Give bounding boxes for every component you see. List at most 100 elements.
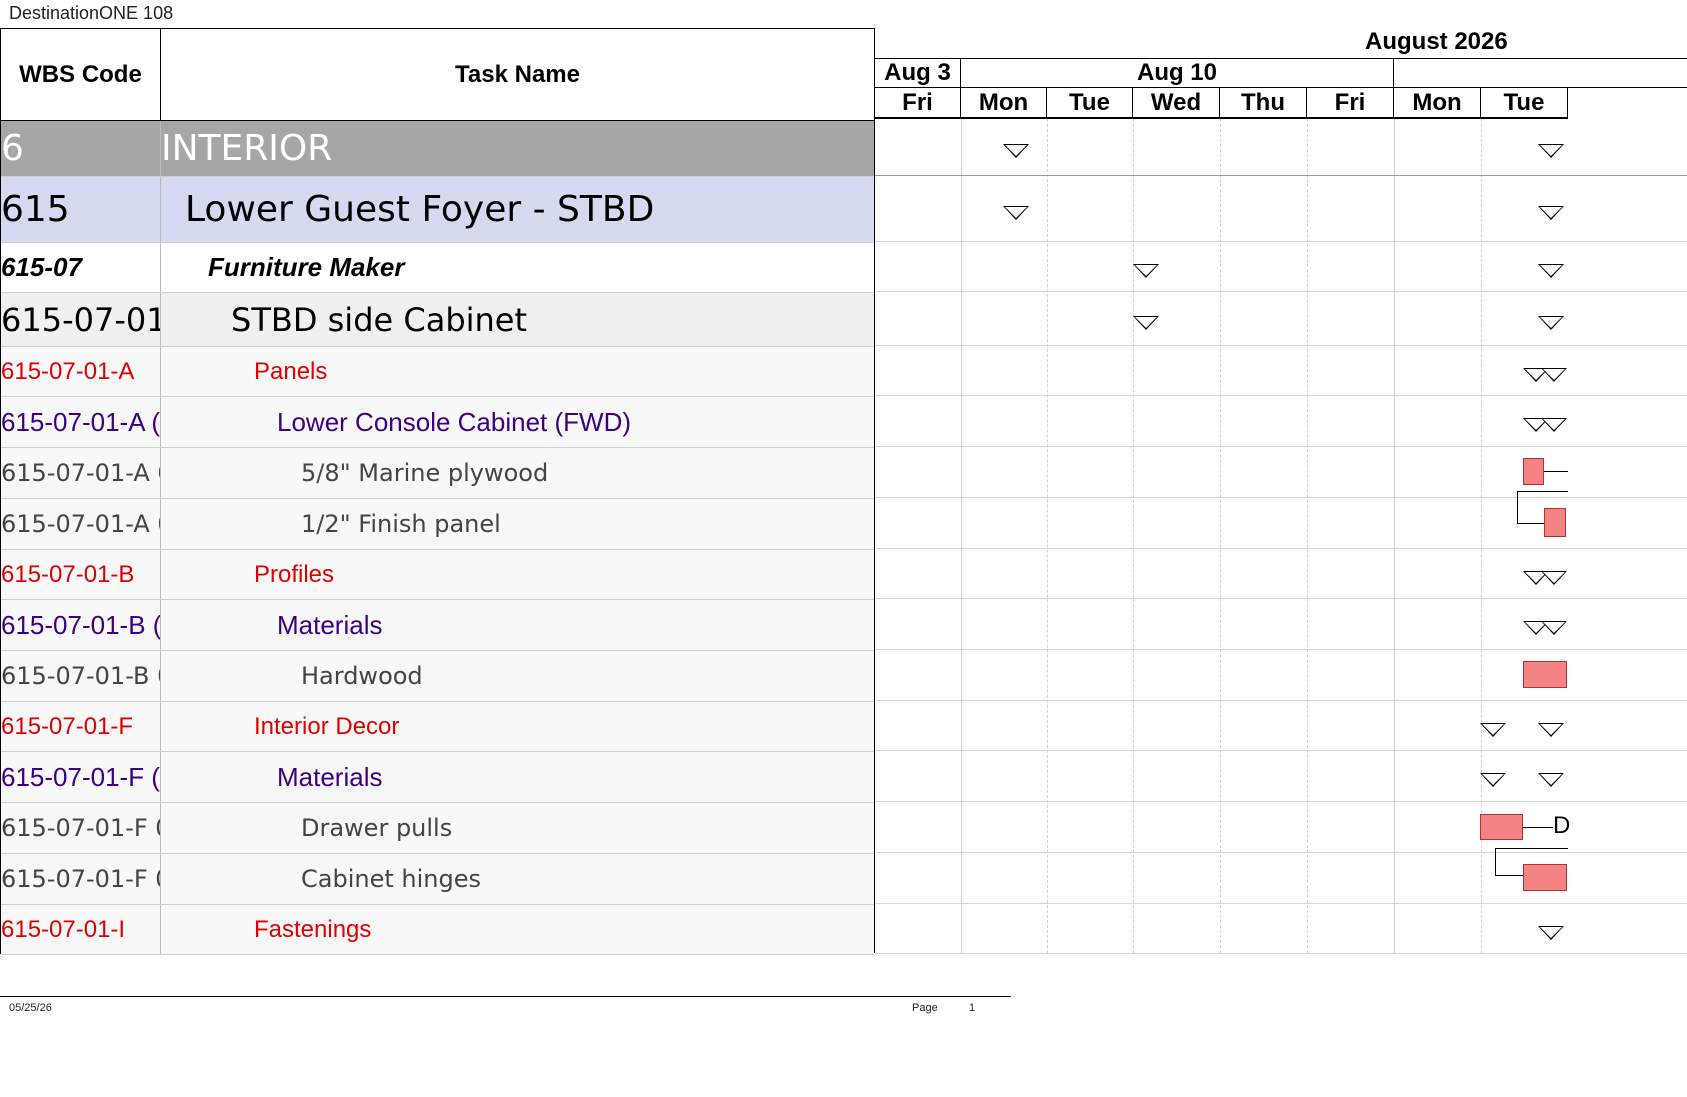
table-row[interactable]: 615-07-01-A ( Lower Console Cabinet (FWD): [1, 397, 874, 448]
task-name-cell: Interior Decor: [254, 712, 400, 740]
wbs-code-cell: 615-07-01-F (: [1, 752, 161, 802]
dependency-link: [1495, 848, 1496, 875]
wbs-code-cell: 615-07-01-A 0: [1, 499, 161, 549]
week-label: Aug 10: [961, 59, 1394, 88]
summary-marker[interactable]: [1480, 773, 1506, 787]
task-bar[interactable]: [1523, 864, 1567, 891]
task-bar[interactable]: [1523, 458, 1544, 485]
day-label: Fri: [1307, 88, 1394, 119]
table-row[interactable]: 615 Lower Guest Foyer - STBD: [1, 177, 874, 243]
wbs-code-cell: 615-07-01-F 01: [1, 803, 161, 853]
dependency-link: [1544, 471, 1568, 472]
gantt-row: [875, 120, 1687, 176]
month-label: August 2026: [1365, 28, 1508, 55]
summary-marker[interactable]: [1480, 723, 1506, 737]
summary-marker[interactable]: [1538, 264, 1564, 278]
table-row[interactable]: 615-07-01-F ( Materials: [1, 752, 874, 803]
task-name-cell: Fastenings: [254, 915, 372, 943]
gantt-chart: August 2026 Aug 3 Aug 10 Fri Mon Tue Wed Thu…: [874, 28, 1687, 954]
day-label: Thu: [1220, 88, 1307, 119]
task-name-cell: STBD side Cabinet: [231, 300, 528, 339]
dependency-link: [1517, 491, 1518, 523]
task-name-cell: Materials: [277, 609, 383, 640]
summary-marker[interactable]: [1541, 368, 1567, 382]
wbs-code-cell: 615-07: [1, 243, 161, 292]
gantt-row: [875, 242, 1687, 292]
gantt-row: [875, 176, 1687, 242]
day-label: Wed: [1133, 88, 1220, 119]
task-name-cell: Materials: [277, 761, 383, 792]
table-row[interactable]: 615-07-01-B 0 Hardwood: [1, 651, 874, 702]
task-name-cell: Lower Guest Foyer - STBD: [185, 189, 655, 230]
task-name-cell: Lower Console Cabinet (FWD): [277, 406, 632, 437]
table-row[interactable]: 615-07-01-I Fastenings: [1, 905, 874, 955]
wbs-code-cell: 6: [1, 121, 161, 176]
task-bar[interactable]: [1523, 661, 1567, 688]
task-bar[interactable]: [1544, 508, 1566, 537]
week-label: Aug 3: [875, 59, 961, 88]
summary-marker[interactable]: [1538, 206, 1564, 220]
task-name-cell: Drawer pulls: [301, 814, 453, 842]
summary-marker[interactable]: [1538, 723, 1564, 737]
table-row[interactable]: 615-07-01-F Interior Decor: [1, 702, 874, 752]
week-label: [1394, 59, 1687, 88]
task-name-cell: Profiles: [254, 560, 335, 588]
dependency-link: [1517, 491, 1568, 492]
table-row[interactable]: 615-07-01-F 01 Cabinet hinges: [1, 854, 874, 905]
gantt-row: [875, 292, 1687, 346]
summary-marker[interactable]: [1538, 773, 1564, 787]
summary-marker[interactable]: [1003, 144, 1029, 158]
task-name-cell: INTERIOR: [161, 128, 333, 169]
wbs-code-cell: 615-07-01-F 01: [1, 854, 161, 904]
table-row[interactable]: 615-07-01 STBD side Cabinet: [1, 293, 874, 347]
summary-marker[interactable]: [1538, 926, 1564, 940]
day-label: Mon: [961, 88, 1047, 119]
footer-divider: [0, 996, 1011, 997]
task-name-cell: 5/8" Marine plywood: [301, 459, 549, 487]
table-row[interactable]: 615-07 Furniture Maker: [1, 243, 874, 293]
dependency-link: [1495, 875, 1523, 876]
gantt-row: [875, 701, 1687, 751]
dependency-link: [1495, 848, 1568, 849]
footer-page-number: 1: [969, 1002, 976, 1014]
timescale-month: August 2026: [875, 28, 1687, 59]
column-header-wbs[interactable]: WBS Code: [1, 29, 161, 120]
document-title: DestinationONE 108: [9, 3, 174, 23]
task-name-cell: Panels: [254, 357, 328, 385]
gantt-row: [875, 904, 1687, 954]
footer-date: 05/25/26: [9, 1002, 52, 1014]
table-row[interactable]: 615-07-01-F 01 Drawer pulls: [1, 803, 874, 854]
table-row[interactable]: 615-07-01-A 0 5/8" Marine plywood: [1, 448, 874, 499]
dependency-link: [1517, 523, 1544, 524]
table-row[interactable]: 615-07-01-B Profiles: [1, 550, 874, 600]
task-name-cell: Furniture Maker: [208, 252, 405, 282]
wbs-code-cell: 615-07-01-A (: [1, 397, 161, 447]
wbs-code-cell: 615-07-01-A 0: [1, 448, 161, 498]
summary-marker[interactable]: [1003, 206, 1029, 220]
task-bar[interactable]: [1480, 814, 1523, 840]
table-row[interactable]: 615-07-01-A 0 1/2" Finish panel: [1, 499, 874, 550]
table-row[interactable]: 615-07-01-A Panels: [1, 347, 874, 397]
wbs-code-cell: 615-07-01-B (: [1, 600, 161, 650]
task-table: WBS Code Task Name 6 INTERIOR 615 Lower Gue…: [0, 28, 875, 955]
summary-marker[interactable]: [1541, 571, 1567, 585]
summary-marker[interactable]: [1541, 418, 1567, 432]
table-row[interactable]: 615-07-01-B ( Materials: [1, 600, 874, 651]
dependency-link: [1523, 827, 1553, 828]
day-label: Tue: [1047, 88, 1133, 119]
column-header-task-name[interactable]: Task Name: [161, 29, 874, 120]
wbs-code-cell: 615-07-01-B: [1, 550, 161, 599]
wbs-code-cell: 615-07-01-F: [1, 702, 161, 751]
summary-marker[interactable]: [1133, 316, 1159, 330]
footer-page-label: Page: [912, 1002, 938, 1014]
table-row[interactable]: 6 INTERIOR: [1, 121, 874, 177]
day-label: Fri: [875, 88, 961, 119]
task-name-cell: Hardwood: [301, 662, 423, 690]
summary-marker[interactable]: [1538, 316, 1564, 330]
summary-marker[interactable]: [1133, 264, 1159, 278]
summary-marker[interactable]: [1541, 621, 1567, 635]
gantt-row: [875, 751, 1687, 802]
day-label: Mon: [1394, 88, 1481, 119]
summary-marker[interactable]: [1538, 144, 1564, 158]
bar-successor-label: D: [1553, 812, 1571, 839]
